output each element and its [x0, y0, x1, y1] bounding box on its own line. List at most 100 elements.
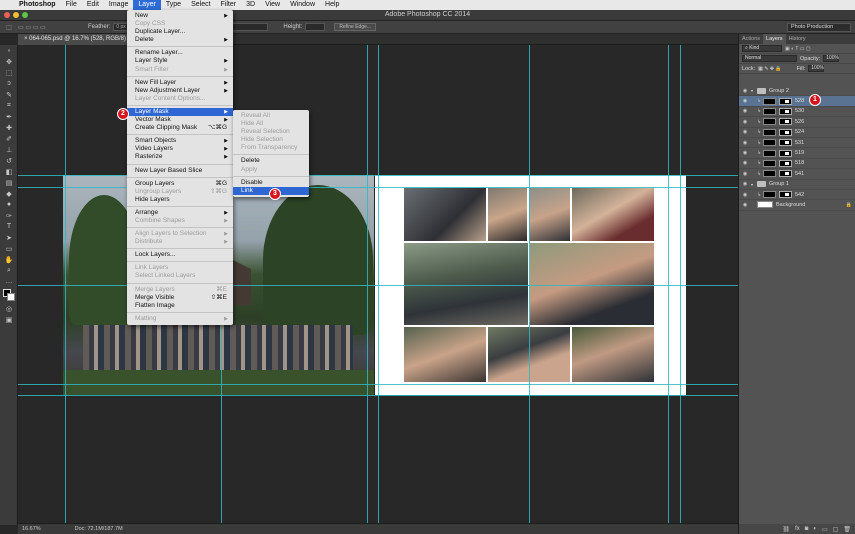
menu-view[interactable]: View	[260, 0, 285, 10]
visibility-eye-icon[interactable]: ◉	[739, 108, 751, 114]
document-tab[interactable]: × 064-065.psd @ 16.7% (528, RGB/8)	[18, 34, 132, 45]
doc-size[interactable]: Doc: 72.1M/187.7M	[75, 526, 123, 532]
layer-row[interactable]: ◉ ▾ Group 1	[739, 180, 855, 190]
menu-item-new-fill-layer[interactable]: New Fill Layer ▶	[127, 79, 233, 87]
layer-row[interactable]: ◉ ▾ Group 2	[739, 86, 855, 97]
layer-row[interactable]: ◉ ↳ 518	[739, 159, 855, 170]
layer-row[interactable]: ◉ ↳ 542	[739, 190, 855, 201]
menu-item-arrange[interactable]: Arrange ▶	[127, 209, 233, 217]
blend-mode-dropdown[interactable]: Normal	[742, 55, 797, 62]
layer-mask-thumbnail[interactable]	[779, 118, 792, 126]
collapse-tools-icon[interactable]: »	[0, 45, 18, 56]
menu-image[interactable]: Image	[104, 0, 133, 10]
new-layer-icon[interactable]: ▢	[833, 526, 839, 533]
visibility-eye-icon[interactable]: ◉	[739, 150, 751, 156]
height-input[interactable]	[305, 23, 326, 31]
menu-edit[interactable]: Edit	[82, 0, 104, 10]
marquee-tool-icon[interactable]: ⬚	[0, 24, 18, 31]
layer-mask-thumbnail[interactable]	[779, 97, 792, 105]
visibility-eye-icon[interactable]: ◉	[739, 140, 751, 146]
eraser-tool-icon[interactable]: ◧	[0, 166, 18, 177]
quick-mask-icon[interactable]: ◎	[0, 303, 18, 314]
menu-item-flatten-image[interactable]: Flatten Image	[127, 302, 233, 310]
tab-actions[interactable]: Actions	[739, 34, 763, 44]
menu-item-group-layers[interactable]: Group Layers ⌘G	[127, 180, 233, 188]
menu-item-create-clipping-mask[interactable]: Create Clipping Mask ⌥⌘G	[127, 124, 233, 132]
layer-mask-thumbnail[interactable]	[779, 149, 792, 157]
adjustment-layer-icon[interactable]: ◐	[813, 526, 817, 532]
layer-mask-thumbnail[interactable]	[779, 170, 792, 178]
menu-item-rasterize[interactable]: Rasterize ▶	[127, 153, 233, 161]
menu-item-delete[interactable]: Delete ▶	[127, 36, 233, 44]
lasso-tool-icon[interactable]: ↄ	[0, 78, 18, 89]
menu-help[interactable]: Help	[320, 0, 344, 10]
tab-layers[interactable]: Layers	[763, 34, 786, 44]
layer-row[interactable]: ◉ ↳ 519	[739, 148, 855, 159]
layer-mask-thumbnail[interactable]	[779, 128, 792, 136]
layer-mask-thumbnail[interactable]	[779, 159, 792, 167]
layer-mask-thumbnail[interactable]	[779, 107, 792, 115]
menu-item-smart-objects[interactable]: Smart Objects ▶	[127, 137, 233, 145]
move-tool-icon[interactable]: ✥	[0, 56, 18, 67]
layer-mask-thumbnail[interactable]	[779, 139, 792, 147]
menu-3d[interactable]: 3D	[241, 0, 260, 10]
layer-mask-thumbnail[interactable]	[779, 191, 792, 199]
layer-row[interactable]: ◉ ↳ 524	[739, 128, 855, 138]
menu-item-new[interactable]: New ▶	[127, 12, 233, 20]
visibility-eye-icon[interactable]: ◉	[739, 192, 751, 198]
tab-history[interactable]: History	[786, 34, 809, 44]
visibility-eye-icon[interactable]: ◉	[739, 119, 751, 125]
new-group-icon[interactable]: ▭	[822, 526, 828, 533]
pen-tool-icon[interactable]: ✑	[0, 210, 18, 221]
menu-item-merge-visible[interactable]: Merge Visible ⇧⌘E	[127, 294, 233, 302]
eyedropper-tool-icon[interactable]: ✒	[0, 111, 18, 122]
menu-item-vector-mask[interactable]: Vector Mask ▶	[127, 116, 233, 124]
opacity-input[interactable]: 100%	[823, 55, 840, 62]
fill-input[interactable]: 100%	[808, 65, 825, 72]
visibility-eye-icon[interactable]: ◉	[739, 202, 751, 208]
hand-tool-icon[interactable]: ✋	[0, 254, 18, 265]
menu-item-hide-layers[interactable]: Hide Layers	[127, 196, 233, 204]
menu-select[interactable]: Select	[186, 0, 215, 10]
selection-mode-icons[interactable]: ▭ ▭ ▭ ▭	[18, 24, 58, 31]
menu-item-rename-layer[interactable]: Rename Layer...	[127, 49, 233, 57]
menu-item-delete[interactable]: Delete	[233, 157, 309, 165]
type-tool-icon[interactable]: T	[0, 221, 18, 232]
zoom-level[interactable]: 16.67%	[22, 526, 41, 532]
menu-app[interactable]: Photoshop	[14, 0, 61, 10]
color-swatches-icon[interactable]	[0, 287, 18, 303]
refine-edge-button[interactable]: Refine Edge...	[334, 23, 377, 31]
menu-item-layer-style[interactable]: Layer Style ▶	[127, 57, 233, 65]
add-mask-icon[interactable]: ◙	[805, 526, 809, 532]
visibility-eye-icon[interactable]: ◉	[739, 171, 751, 177]
screen-mode-icon[interactable]: ▣	[0, 314, 18, 325]
menu-item-new-layer-based-slice[interactable]: New Layer Based Slice	[127, 167, 233, 175]
menu-item-video-layers[interactable]: Video Layers ▶	[127, 145, 233, 153]
filter-type-icons[interactable]: ▣ ◐ T ▭ ▢	[785, 46, 811, 52]
clone-stamp-tool-icon[interactable]: ⊥	[0, 144, 18, 155]
menu-file[interactable]: File	[61, 0, 82, 10]
menu-item-layer-mask[interactable]: Layer Mask ▶	[127, 107, 233, 117]
menu-layer[interactable]: Layer	[133, 0, 161, 10]
history-brush-tool-icon[interactable]: ↺	[0, 155, 18, 166]
path-select-tool-icon[interactable]: ➤	[0, 232, 18, 243]
layer-filter-dropdown[interactable]: ⌕ Kind	[742, 45, 782, 52]
marquee-tool-icon[interactable]: ⬚	[0, 67, 18, 78]
menu-type[interactable]: Type	[161, 0, 186, 10]
brush-tool-icon[interactable]: ✐	[0, 133, 18, 144]
layer-row[interactable]: ◉ ↳ 531	[739, 138, 855, 149]
menu-item-disable[interactable]: Disable	[233, 179, 309, 187]
shape-tool-icon[interactable]: ▭	[0, 243, 18, 254]
layer-row[interactable]: ◉ ↳ 530	[739, 107, 855, 118]
layer-row[interactable]: ◉ ↳ 528	[739, 96, 855, 107]
menu-item-duplicate-layer[interactable]: Duplicate Layer...	[127, 28, 233, 36]
menu-item-lock-layers[interactable]: Lock Layers...	[127, 251, 233, 259]
visibility-eye-icon[interactable]: ◉	[739, 181, 751, 187]
visibility-eye-icon[interactable]: ◉	[739, 98, 751, 104]
more-tools-icon[interactable]: …	[0, 276, 18, 287]
fx-icon[interactable]: fx	[795, 526, 800, 532]
delete-layer-icon[interactable]: 🗑	[843, 526, 851, 533]
healing-brush-tool-icon[interactable]: ✚	[0, 122, 18, 133]
gradient-tool-icon[interactable]: ▤	[0, 177, 18, 188]
link-layers-icon[interactable]: ⛓	[782, 526, 790, 533]
